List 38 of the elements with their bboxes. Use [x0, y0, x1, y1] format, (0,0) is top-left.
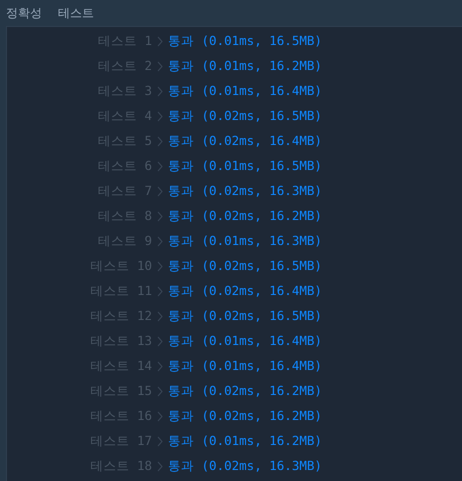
test-result: 통과 (0.02ms, 16.4MB) [168, 133, 322, 150]
test-result: 통과 (0.02ms, 16.5MB) [168, 108, 322, 125]
test-result: 통과 (0.01ms, 16.4MB) [168, 83, 322, 100]
test-result: 통과 (0.01ms, 16.4MB) [168, 358, 322, 375]
chevron-icon [157, 286, 163, 297]
chevron-icon [157, 86, 163, 97]
test-result: 통과 (0.02ms, 16.4MB) [168, 283, 322, 300]
chevron-icon [157, 61, 163, 72]
test-result: 통과 (0.02ms, 16.3MB) [168, 183, 322, 200]
test-result: 통과 (0.01ms, 16.2MB) [168, 433, 322, 450]
test-result: 통과 (0.02ms, 16.2MB) [168, 208, 322, 225]
column-header: 테스트 [58, 4, 94, 22]
test-result: 통과 (0.01ms, 16.2MB) [168, 58, 322, 75]
test-result: 통과 (0.01ms, 16.3MB) [168, 233, 322, 250]
chevron-icon [157, 236, 163, 247]
chevron-icon [157, 311, 163, 322]
chevron-icon [157, 461, 163, 472]
test-result: 통과 (0.01ms, 16.5MB) [168, 33, 322, 50]
chevron-icon [157, 111, 163, 122]
chevron-icon [157, 186, 163, 197]
chevron-icon [157, 361, 163, 372]
test-result: 통과 (0.01ms, 16.5MB) [168, 158, 322, 175]
column-header: 정확성 [6, 4, 42, 22]
chevron-icon [157, 161, 163, 172]
test-result: 통과 (0.02ms, 16.3MB) [168, 458, 322, 475]
test-result: 통과 (0.02ms, 16.5MB) [168, 308, 322, 325]
chevron-icon [157, 436, 163, 447]
chevron-icon [157, 336, 163, 347]
test-result: 통과 (0.02ms, 16.5MB) [168, 258, 322, 275]
test-result: 통과 (0.01ms, 16.4MB) [168, 333, 322, 350]
chevron-icon [157, 261, 163, 272]
chevron-icon [157, 136, 163, 147]
test-result: 통과 (0.02ms, 16.2MB) [168, 383, 322, 400]
chevron-icon [157, 386, 163, 397]
chevron-icon [157, 36, 163, 47]
chevron-icon [157, 211, 163, 222]
test-result: 통과 (0.02ms, 16.2MB) [168, 408, 322, 425]
chevron-icon [157, 411, 163, 422]
